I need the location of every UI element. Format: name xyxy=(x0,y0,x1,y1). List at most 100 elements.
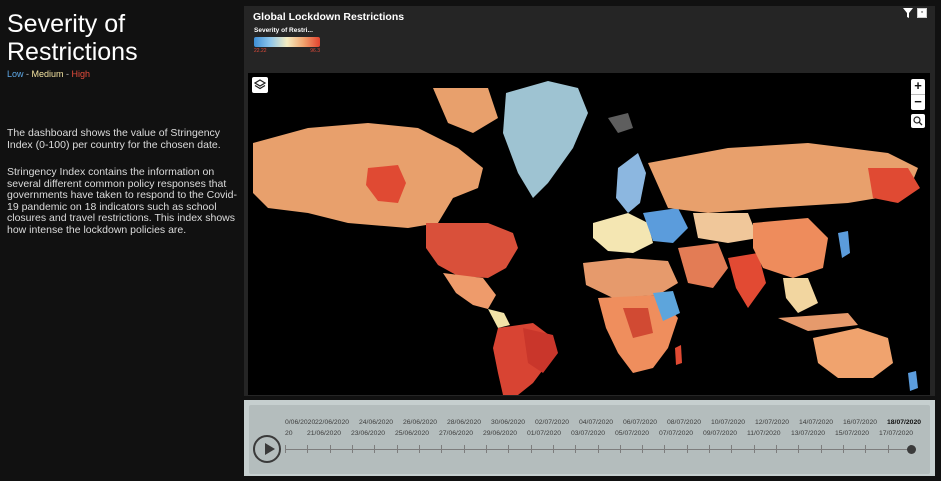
color-legend-range: 22.22 96.3 xyxy=(254,48,320,54)
legend-sep-1: - xyxy=(23,69,32,79)
world-map[interactable]: + − xyxy=(248,73,930,395)
timeline-date-label[interactable]: 21/06/2020 xyxy=(307,430,341,437)
timeline-tick xyxy=(307,445,309,453)
region-mexico[interactable] xyxy=(443,273,496,309)
date-timeline: 0/06/2020 22/06/2020 24/06/2020 26/06/2020 2… xyxy=(244,400,935,476)
timeline-tick xyxy=(843,445,845,453)
timeline-date-label[interactable]: 30/06/2020 xyxy=(491,419,525,426)
timeline-track-area: 0/06/2020 22/06/2020 24/06/2020 26/06/2020 2… xyxy=(249,405,930,474)
timeline-tick xyxy=(865,445,867,453)
zoom-out-button[interactable]: − xyxy=(911,94,925,110)
timeline-tick xyxy=(575,445,577,453)
timeline-tick xyxy=(642,445,644,453)
legend-medium: Medium xyxy=(31,69,64,79)
timeline-date-label[interactable]: 07/07/2020 xyxy=(659,430,693,437)
description-paragraph-1: The dashboard shows the value of Stringe… xyxy=(7,127,221,151)
timeline-tick xyxy=(441,445,443,453)
timeline-tick xyxy=(463,445,465,453)
timeline-date-label[interactable]: 18/07/2020 xyxy=(887,419,921,426)
timeline-tick xyxy=(776,445,778,453)
color-legend-gradient xyxy=(254,37,320,47)
timeline-tick xyxy=(285,445,286,453)
timeline-date-label[interactable]: 0/06/2020 xyxy=(285,419,315,426)
region-southeast-asia[interactable] xyxy=(783,278,818,313)
region-china[interactable] xyxy=(753,218,828,278)
timeline-tick xyxy=(374,445,376,453)
color-legend-title: Severity of Restri... xyxy=(254,27,313,34)
timeline-date-label[interactable]: 13/07/2020 xyxy=(791,430,825,437)
timeline-date-label[interactable]: 03/07/2020 xyxy=(571,430,605,437)
timeline-date-label[interactable]: 17/07/2020 xyxy=(879,430,913,437)
timeline-tick xyxy=(664,445,666,453)
left-info-panel: Severity of Restrictions Low - Medium - … xyxy=(0,0,244,481)
timeline-tick xyxy=(530,445,532,453)
timeline-date-label[interactable]: 25/06/2020 xyxy=(395,430,429,437)
legend-high: High xyxy=(71,69,91,79)
timeline-tick xyxy=(731,445,733,453)
legend-min-value: 22.22 xyxy=(254,48,267,54)
timeline-tick xyxy=(686,445,688,453)
play-button[interactable] xyxy=(253,435,281,463)
timeline-date-label[interactable]: 20 xyxy=(285,430,293,437)
timeline-slider-handle[interactable] xyxy=(907,445,916,454)
region-middle-east[interactable] xyxy=(678,243,728,288)
timeline-tick xyxy=(329,445,331,453)
timeline-date-label[interactable]: 05/07/2020 xyxy=(615,430,649,437)
zoom-in-button[interactable]: + xyxy=(911,79,925,94)
region-indonesia[interactable] xyxy=(778,313,858,331)
timeline-date-label[interactable]: 10/07/2020 xyxy=(711,419,745,426)
timeline-date-label[interactable]: 09/07/2020 xyxy=(703,430,737,437)
timeline-date-label[interactable]: 26/06/2020 xyxy=(403,419,437,426)
timeline-date-label[interactable]: 28/06/2020 xyxy=(447,419,481,426)
timeline-date-label[interactable]: 23/06/2020 xyxy=(351,430,385,437)
color-legend: Severity of Restri... 22.22 96.3 xyxy=(254,27,320,54)
layers-icon xyxy=(253,79,267,90)
timeline-date-label[interactable]: 12/07/2020 xyxy=(755,419,789,426)
timeline-date-label[interactable]: 14/07/2020 xyxy=(799,419,833,426)
legend-max-value: 96.3 xyxy=(310,48,320,54)
expand-icon[interactable]: ▫ xyxy=(917,8,927,18)
timeline-date-label[interactable]: 15/07/2020 xyxy=(835,430,869,437)
region-japan[interactable] xyxy=(838,231,850,258)
timeline-tick xyxy=(820,445,822,453)
region-central-america[interactable] xyxy=(488,309,510,328)
region-svalbard[interactable] xyxy=(608,113,633,133)
timeline-tick xyxy=(597,445,599,453)
region-canada-arctic[interactable] xyxy=(433,88,498,133)
region-usa[interactable] xyxy=(426,223,518,278)
region-greenland[interactable] xyxy=(503,81,588,198)
timeline-date-label[interactable]: 11/07/2020 xyxy=(747,430,781,437)
zoom-control: + − xyxy=(911,79,925,110)
timeline-tick xyxy=(418,445,420,453)
timeline-tick xyxy=(351,445,353,453)
timeline-slider[interactable] xyxy=(285,445,911,453)
region-western-europe[interactable] xyxy=(593,213,653,253)
timeline-tick xyxy=(619,445,621,453)
timeline-date-label[interactable]: 02/07/2020 xyxy=(535,419,569,426)
region-central-asia[interactable] xyxy=(693,213,758,243)
timeline-date-label[interactable]: 24/06/2020 xyxy=(359,419,393,426)
description-paragraph-2: Stringency Index contains the informatio… xyxy=(7,166,237,236)
timeline-tick xyxy=(485,445,487,453)
filter-icon[interactable] xyxy=(903,8,913,18)
timeline-date-label[interactable]: 04/07/2020 xyxy=(579,419,613,426)
choropleth-map[interactable] xyxy=(248,73,930,395)
page-title: Severity of Restrictions xyxy=(7,10,138,66)
map-panel: Global Lockdown Restrictions ▫ Severity … xyxy=(244,6,935,396)
layers-button[interactable] xyxy=(252,77,268,93)
panel-title: Global Lockdown Restrictions xyxy=(253,11,405,23)
search-icon xyxy=(913,116,923,126)
region-scandinavia[interactable] xyxy=(616,153,646,213)
timeline-date-label[interactable]: 06/07/2020 xyxy=(623,419,657,426)
region-madagascar[interactable] xyxy=(675,345,682,365)
timeline-date-label[interactable]: 08/07/2020 xyxy=(667,419,701,426)
timeline-date-label[interactable]: 16/07/2020 xyxy=(843,419,877,426)
region-new-zealand[interactable] xyxy=(908,371,918,391)
timeline-date-label[interactable]: 27/06/2020 xyxy=(439,430,473,437)
timeline-date-label[interactable]: 29/06/2020 xyxy=(483,430,517,437)
timeline-tick xyxy=(887,445,889,453)
timeline-date-label[interactable]: 01/07/2020 xyxy=(527,430,561,437)
region-australia[interactable] xyxy=(813,328,893,378)
timeline-date-label[interactable]: 22/06/2020 xyxy=(315,419,349,426)
map-search-button[interactable] xyxy=(911,114,925,128)
